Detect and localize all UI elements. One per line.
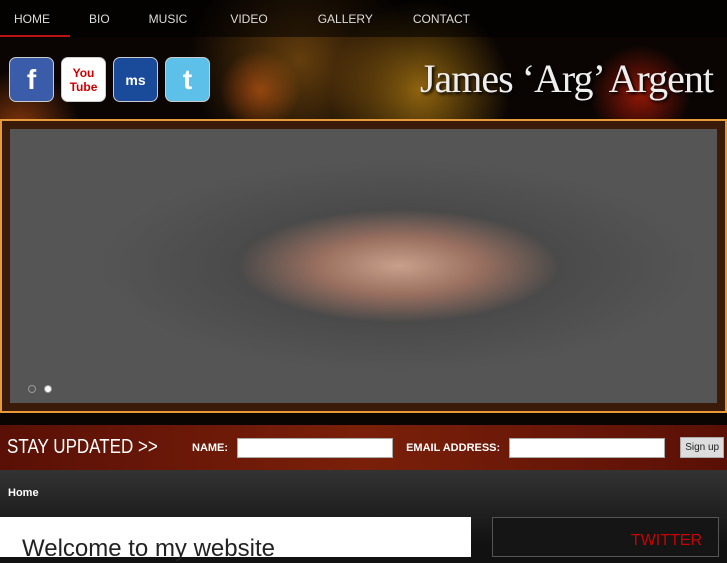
name-input[interactable]	[237, 437, 394, 458]
twitter-panel: TWITTER	[492, 517, 719, 557]
image-slider	[0, 119, 727, 413]
slider-dot-active[interactable]	[44, 385, 52, 393]
page-heading: Welcome to my website	[22, 535, 275, 562]
youtube-icon[interactable]: You Tube	[61, 57, 106, 102]
twitter-heading: TWITTER	[630, 532, 702, 549]
breadcrumb[interactable]: Home	[8, 487, 39, 499]
social-links: f You Tube ms t	[9, 57, 210, 102]
twitter-icon[interactable]: t	[165, 57, 210, 102]
slider-photo	[10, 129, 717, 403]
main-content: Welcome to my website	[0, 517, 471, 562]
nav-music[interactable]: MUSIC	[135, 0, 202, 37]
myspace-icon[interactable]: ms	[113, 57, 158, 102]
email-label: EMAIL ADDRESS:	[406, 441, 501, 454]
nav-contact[interactable]: CONTACT	[399, 0, 484, 37]
email-input[interactable]	[509, 437, 666, 458]
nav-gallery[interactable]: GALLERY	[304, 0, 387, 37]
nav-video[interactable]: VIDEO	[216, 0, 281, 37]
signup-button[interactable]: Sign up	[680, 437, 725, 458]
stay-updated-heading: STAY UPDATED >>	[7, 436, 158, 458]
main-nav: HOME BIO MUSIC VIDEO GALLERY CONTACT	[0, 0, 727, 37]
nav-home[interactable]: HOME	[0, 0, 70, 37]
site-title: James ‘Arg’ Argent	[419, 56, 714, 101]
name-label: NAME:	[192, 441, 229, 454]
newsletter-signup: STAY UPDATED >> NAME: EMAIL ADDRESS: Sig…	[0, 425, 727, 470]
nav-bio[interactable]: BIO	[75, 0, 124, 37]
slider-dot[interactable]	[28, 385, 36, 393]
facebook-icon[interactable]: f	[9, 57, 54, 102]
